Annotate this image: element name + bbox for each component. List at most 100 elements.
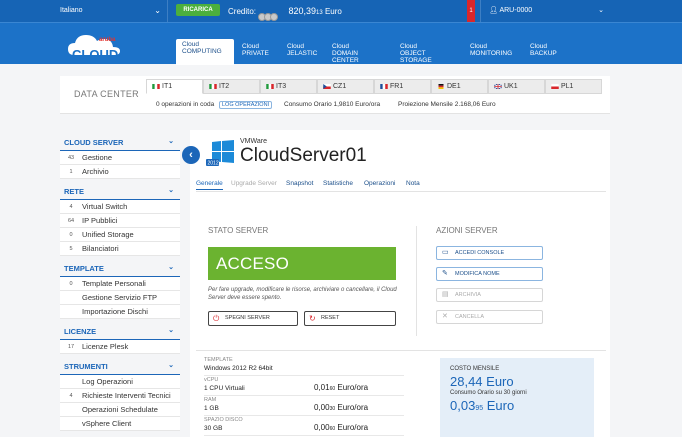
tab-object-storage[interactable]: Cloud OBJECT STORAGE [394, 41, 462, 65]
sidebar-section-strumenti[interactable]: STRUMENTI ⌄ [60, 358, 180, 375]
datacenter-tab-label: IT3 [276, 83, 287, 90]
spec-price-cents: 30 [329, 406, 336, 412]
accedi-console-button[interactable]: ▭ ACCEDI CONSOLE [436, 246, 543, 260]
datacenter-tab-pl1[interactable]: PL1 [545, 79, 602, 94]
credit-amount: 820,39 [288, 6, 317, 16]
item-label: Licenze Plesk [82, 342, 129, 351]
item-label: Virtual Switch [82, 202, 128, 211]
tab-computing[interactable]: Cloud COMPUTING [176, 39, 234, 65]
datacenter-tab-label: PL1 [561, 83, 574, 90]
flag-cz-icon [323, 83, 333, 90]
datacenter-tab-de1[interactable]: DE1 [431, 79, 488, 94]
back-arrow-icon[interactable]: ‹ [182, 146, 200, 164]
datacenter-tab-uk1[interactable]: UK1 [488, 79, 545, 94]
chevron-down-icon: ⌄ [168, 264, 174, 271]
top-bar: Italiano ⌄ RICARICA Credito: 820,3913 Eu… [0, 0, 682, 22]
spec-price-unit: Euro/ora [337, 423, 369, 432]
cost-title: COSTO MENSILE [450, 366, 500, 372]
datacenter-tab-it1[interactable]: IT1 [146, 79, 203, 94]
subtab-statistiche[interactable]: Statistiche [323, 180, 353, 187]
item-label: Unified Storage [82, 230, 134, 239]
monthly-projection: Proiezione Mensile 2.168,06 Euro [398, 101, 496, 108]
aruba-cloud-logo[interactable]: aruba CLOUD [66, 29, 128, 62]
spec-price-main: 0,00 [314, 403, 330, 412]
sidebar-item-licenze-plesk[interactable]: 17 Licenze Plesk [60, 340, 180, 354]
item-label: Template Personali [82, 279, 146, 288]
tab-private[interactable]: Cloud PRIVATE [236, 41, 278, 65]
tab-line1: Cloud [242, 43, 259, 50]
credit-label: Credito: [228, 7, 257, 16]
spec-row: RAM 1 GB 0,0030 Euro/ora [204, 396, 404, 416]
sidebar-item-bilanciatori[interactable]: 5 Bilanciatori [60, 242, 180, 256]
datacenter-tab-fr1[interactable]: FR1 [374, 79, 431, 94]
hourly-label: Consumo Orario [284, 101, 332, 108]
tab-monitoring[interactable]: Cloud MONITORING [464, 41, 522, 65]
sidebar-section-cloud-server[interactable]: CLOUD SERVER ⌄ [60, 134, 180, 151]
subtab-snapshot[interactable]: Snapshot [286, 180, 313, 187]
log-operations-button[interactable]: LOG OPERAZIONI [219, 101, 273, 109]
datacenter-tab-label: IT2 [219, 83, 230, 90]
section-title: LICENZE [64, 327, 97, 336]
logo-big-text: CLOUD [72, 47, 118, 61]
sidebar-item-operazioni-schedulate[interactable]: Operazioni Schedulate [60, 403, 180, 417]
sidebar-item-archivio[interactable]: 1 Archivio [60, 165, 180, 179]
monthly-cost-box: COSTO MENSILE 28,44 Euro Consumo Orario … [440, 358, 594, 437]
modifica-nome-button[interactable]: ✎ MODIFICA NOME [436, 267, 543, 281]
tab-backup[interactable]: Cloud BACKUP [524, 41, 564, 65]
subtab-operazioni[interactable]: Operazioni [364, 180, 395, 187]
sidebar-item-log-operazioni[interactable]: Log Operazioni [60, 375, 180, 389]
datacenter-tab-it3[interactable]: IT3 [260, 79, 317, 94]
sidebar-section-licenze[interactable]: LICENZE ⌄ [60, 323, 180, 340]
spec-label: vCPU [204, 377, 219, 383]
tab-jelastic[interactable]: Cloud JELASTIC [281, 41, 323, 65]
item-count: 0 [69, 232, 73, 238]
spec-value: 1 CPU Virtuali [204, 385, 245, 392]
sidebar-item-richieste-interventi-tecnici[interactable]: 4 Richieste Interventi Tecnici [60, 389, 180, 403]
datacenter-tab-it2[interactable]: IT2 [203, 79, 260, 94]
tab-domain-center[interactable]: Cloud DOMAIN CENTER [326, 41, 392, 65]
item-label: IP Pubblici [82, 216, 118, 225]
tab-line2: JELASTIC [287, 50, 318, 57]
recharge-button[interactable]: RICARICA [176, 4, 220, 16]
sidebar-item-ip-pubblici[interactable]: 64 IP Pubblici [60, 214, 180, 228]
reset-button[interactable]: ↻ RESET [304, 311, 396, 326]
user-menu[interactable]: 👤︎ ARU-0000 ⌄ [480, 0, 610, 22]
shutdown-button[interactable]: ⏻ SPEGNI SERVER [208, 311, 298, 326]
hourly-value: 1,9810 Euro/ora [333, 101, 381, 108]
status-note: Per fare upgrade, modificare le risorse,… [208, 287, 397, 301]
item-count: 4 [69, 393, 73, 399]
cost-note: Consumo Orario su 30 giorni [450, 390, 527, 396]
subtab-generale[interactable]: Generale [196, 180, 223, 190]
item-label: Gestione [82, 153, 113, 162]
sidebar-section-rete[interactable]: RETE ⌄ [60, 183, 180, 200]
user-icon: 👤︎ [489, 7, 498, 14]
sidebar-item-gestione[interactable]: 43 Gestione [60, 151, 180, 165]
tab-line1: Cloud [287, 43, 304, 50]
sidebar-item-importazione-dischi[interactable]: Importazione Dischi [60, 305, 180, 319]
spec-price-main: 0,01 [314, 383, 330, 392]
datacenter-tab-cz1[interactable]: CZ1 [317, 79, 374, 94]
spec-price-unit: Euro/ora [337, 403, 369, 412]
section-title: RETE [64, 187, 85, 196]
tab-line1: Cloud [530, 43, 547, 50]
actions-title: AZIONI SERVER [436, 226, 498, 235]
language-selector[interactable]: Italiano ⌄ [60, 0, 168, 22]
sidebar-item-vsphere-client[interactable]: vSphere Client [60, 417, 180, 431]
queue-info: 0 operazioni in coda LOG OPERAZIONI [156, 101, 273, 109]
chevron-down-icon: ⌄ [168, 362, 174, 369]
sidebar-item-virtual-switch[interactable]: 4 Virtual Switch [60, 200, 180, 214]
archive-icon: ▤ [442, 291, 449, 298]
subtab-nota[interactable]: Nota [406, 180, 420, 187]
notification-badge[interactable]: 1 [467, 0, 475, 22]
user-id: ARU-0000 [499, 7, 533, 14]
edit-icon: ✎ [442, 270, 448, 277]
cost-monthly: 28,44 Euro [450, 374, 514, 389]
action-label: MODIFICA NOME [455, 271, 500, 277]
sidebar-item-template-personali[interactable]: 0 Template Personali [60, 277, 180, 291]
server-subtabs: Generale Upgrade Server Snapshot Statistich… [196, 180, 606, 192]
sidebar-section-template[interactable]: TEMPLATE ⌄ [60, 260, 180, 277]
sidebar-item-unified-storage[interactable]: 0 Unified Storage [60, 228, 180, 242]
tab-line2: DOMAIN CENTER [332, 50, 359, 64]
sidebar-item-gestione-servizio-ftp[interactable]: Gestione Servizio FTP [60, 291, 180, 305]
cost-hourly-cents: 95 [475, 405, 484, 412]
